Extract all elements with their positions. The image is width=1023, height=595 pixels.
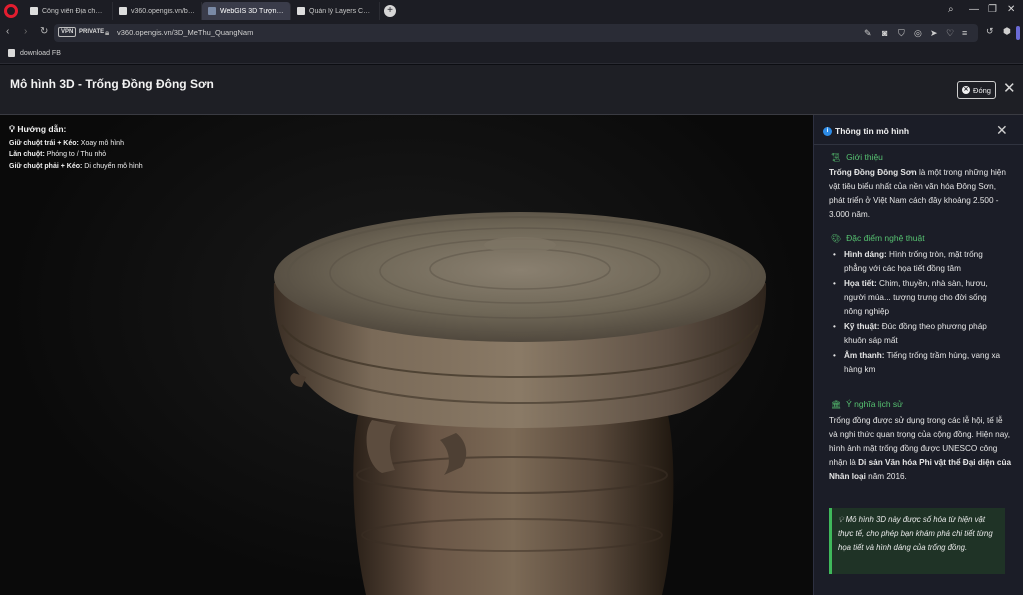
search-tabs-icon[interactable]: ⌕ <box>948 4 954 15</box>
modal-close-x-icon[interactable]: ✕ <box>1003 81 1016 96</box>
temple-icon: 🏛︎ <box>831 399 842 409</box>
sync-icon[interactable]: ↺ <box>986 26 994 37</box>
panel-header: i Thông tin mô hình ✕ <box>814 115 1023 145</box>
browser-tab-active[interactable]: WebGIS 3D Tượng Đài Mi <box>202 2 291 20</box>
guide-key: Giữ chuột phải + Kéo: <box>9 162 83 170</box>
favicon-icon <box>297 7 305 15</box>
modal-header: Mô hình 3D - Trống Đồng Đông Sơn ✕ Đóng … <box>0 65 1023 115</box>
opera-logo-icon[interactable] <box>4 4 18 18</box>
edit-icon[interactable]: ✎ <box>864 28 872 39</box>
camera-icon[interactable]: ◙ <box>882 28 887 38</box>
extensions-icon[interactable]: ⬢ <box>1003 26 1011 37</box>
guide-line: Giữ chuột phải + Kéo: Di chuyển mô hình <box>9 161 143 173</box>
favicon-icon <box>119 7 127 15</box>
private-label: PRIVATE <box>79 29 105 35</box>
bookmark-item[interactable]: download FB <box>8 49 61 57</box>
art-feature-list: Hình dáng: Hình trống tròn, mặt trống ph… <box>833 248 1004 378</box>
url-field[interactable]: VPN PRIVATE 🔒︎ v360.opengis.vn/3D_MeThu_… <box>54 24 978 42</box>
window-close-icon[interactable]: ✕ <box>1007 4 1015 15</box>
section-heading-text: Giới thiệu <box>846 152 883 162</box>
panel-title: i Thông tin mô hình <box>823 126 909 136</box>
guide-value: Phóng to / Thu nhỏ <box>44 151 107 158</box>
guide-line: Giữ chuột trái + Kéo: Xoay mô hình <box>9 138 143 150</box>
favicon-icon <box>208 7 216 15</box>
usage-guide: 💡︎ Hướng dẫn: Giữ chuột trái + Kéo: Xoay… <box>9 124 143 172</box>
guide-key: Lăn chuột: <box>9 151 45 158</box>
lightbulb-icon: 💡︎ <box>9 124 15 134</box>
tab-label: Quản lý Layers Config - 3I <box>309 7 373 15</box>
model-3d-viewer[interactable]: 💡︎ Hướng dẫn: Giữ chuột trái + Kéo: Xoay… <box>0 115 813 595</box>
browser-tab-bar: Công viên Địa chất Cao B v360.opengis.vn… <box>0 0 1023 22</box>
browser-tab[interactable]: Công viên Địa chất Cao B <box>24 2 113 20</box>
address-bar-row: ‹ › ↻ VPN PRIVATE 🔒︎ v360.opengis.vn/3D_… <box>0 22 1023 44</box>
item-key: Kỹ thuật: <box>844 322 880 331</box>
guide-title: 💡︎ Hướng dẫn: <box>9 124 143 136</box>
shield-icon[interactable]: ⛉ <box>898 28 905 39</box>
back-icon[interactable]: ‹ <box>6 26 9 37</box>
section-heading-text: Đặc điểm nghệ thuật <box>846 233 925 243</box>
browser-tab[interactable]: v360.opengis.vn/buudien_ <box>113 2 202 20</box>
lock-icon[interactable]: 🔒︎ <box>105 28 109 38</box>
panel-title-text: Thông tin mô hình <box>835 126 910 136</box>
url-text[interactable]: v360.opengis.vn/3D_MeThu_QuangNam <box>117 28 253 37</box>
bookmarks-bar: download FB <box>0 44 1023 64</box>
guide-line: Lăn chuột: Phóng to / Thu nhỏ <box>9 149 143 161</box>
list-item: Họa tiết: Chim, thuyền, nhà sàn, hươu, n… <box>833 277 1004 319</box>
section-history-heading: 🏛︎ Ý nghĩa lịch sử <box>831 399 903 409</box>
modal-title: Mô hình 3D - Trống Đồng Đông Sơn <box>10 77 214 91</box>
section-art-heading: 🎨︎ Đặc điểm nghệ thuật <box>831 233 925 243</box>
digitization-note: 💡︎ Mô hình 3D này được số hóa từ hiện vậ… <box>829 508 1005 574</box>
intro-bold: Trống Đồng Đông Sơn <box>829 168 917 177</box>
favicon-icon <box>30 7 38 15</box>
forward-icon[interactable]: › <box>24 26 27 37</box>
heart-icon[interactable]: ♡ <box>946 28 954 39</box>
item-key: Họa tiết: <box>844 279 877 288</box>
modal-close-button[interactable]: ✕ Đóng <box>957 81 996 99</box>
bookmark-page-icon <box>8 49 15 57</box>
history-tail: năm 2016. <box>865 472 907 481</box>
list-item: Kỹ thuật: Đúc đồng theo phương pháp khuô… <box>833 320 1004 348</box>
item-key: Âm thanh: <box>844 351 885 360</box>
guide-value: Xoay mô hình <box>78 139 124 147</box>
list-item: Âm thanh: Tiếng trống trầm hùng, vang xa… <box>833 349 1004 377</box>
palette-icon: 🎨︎ <box>831 233 842 243</box>
close-circle-icon: ✕ <box>962 86 971 94</box>
browser-tab[interactable]: Quản lý Layers Config - 3I <box>291 2 380 20</box>
close-button-label: Đóng <box>973 85 991 95</box>
panel-close-icon[interactable]: ✕ <box>996 122 1008 139</box>
item-key: Hình dáng: <box>844 250 887 259</box>
send-icon[interactable]: ➤ <box>930 28 938 39</box>
reload-icon[interactable]: ↻ <box>40 26 48 37</box>
scroll-icon: 📜︎ <box>831 152 842 162</box>
tab-label: WebGIS 3D Tượng Đài Mi <box>220 7 284 15</box>
list-item: Hình dáng: Hình trống tròn, mặt trống ph… <box>833 248 1004 276</box>
model-info-panel: i Thông tin mô hình ✕ 📜︎ Giới thiệu Trống … <box>813 115 1023 595</box>
menu-icon[interactable]: ≡ <box>962 28 967 38</box>
guide-value: Di chuyển mô hình <box>82 162 143 170</box>
restore-icon[interactable]: ❐ <box>988 4 997 15</box>
vpn-badge[interactable]: VPN <box>58 27 77 37</box>
note-text: Mô hình 3D này được số hóa từ hiện vật t… <box>838 515 993 552</box>
bookmark-label: download FB <box>20 49 61 57</box>
guide-key: Giữ chuột trái + Kéo: <box>9 139 79 147</box>
bronze-drum-model[interactable] <box>0 115 813 595</box>
section-intro-heading: 📜︎ Giới thiệu <box>831 152 883 162</box>
tab-label: Công viên Địa chất Cao B <box>42 7 106 15</box>
guide-title-text: Hướng dẫn: <box>17 124 67 134</box>
tab-label: v360.opengis.vn/buudien_ <box>131 7 195 15</box>
section-heading-text: Ý nghĩa lịch sử <box>846 399 903 409</box>
intro-text: Trống Đồng Đông Sơn là một trong những h… <box>829 166 1011 222</box>
minimize-icon[interactable]: — <box>969 4 979 15</box>
new-tab-plus-icon[interactable]: + <box>384 5 396 17</box>
history-text: Trống đồng được sử dụng trong các lễ hội… <box>829 414 1011 484</box>
info-icon: i <box>823 126 832 136</box>
lightbulb-icon: 💡︎ <box>838 515 844 524</box>
sidebar-accent <box>1016 26 1020 40</box>
eye-icon[interactable]: ◎ <box>914 28 922 39</box>
